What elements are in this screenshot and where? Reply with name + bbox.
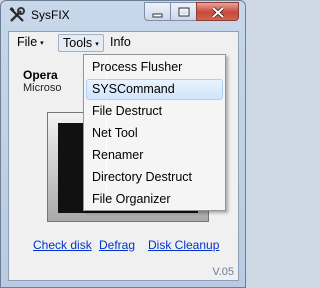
menu-info-label: Info <box>110 35 131 49</box>
menu-item-label: Directory Destruct <box>92 170 193 184</box>
menu-item-file-organizer[interactable]: File Organizer <box>86 189 223 210</box>
maximize-icon <box>178 7 190 17</box>
close-button[interactable] <box>196 2 239 21</box>
check-disk-link[interactable]: Check disk <box>33 238 92 252</box>
menu-bar: File ▾ Tools ▾ Info <box>9 32 238 54</box>
menu-item-label: Net Tool <box>92 126 138 140</box>
menu-file-label: File <box>17 35 38 49</box>
caption-buttons <box>144 2 239 21</box>
menu-info[interactable]: Info <box>106 34 135 52</box>
minimize-button[interactable] <box>144 2 170 21</box>
menu-item-renamer[interactable]: Renamer <box>86 145 223 166</box>
disk-cleanup-link[interactable]: Disk Cleanup <box>148 238 219 252</box>
window-title: SysFIX <box>31 8 70 22</box>
menu-item-label: SYSCommand <box>92 82 175 96</box>
minimize-icon <box>152 13 163 18</box>
os-label: Opera <box>23 68 58 82</box>
defrag-link[interactable]: Defrag <box>99 238 135 252</box>
chevron-down-icon: ▾ <box>95 40 99 48</box>
close-icon <box>211 6 225 19</box>
menu-item-process-flusher[interactable]: Process Flusher <box>86 57 223 78</box>
menu-item-file-destruct[interactable]: File Destruct <box>86 101 223 122</box>
menu-tools-label: Tools <box>63 36 93 50</box>
chevron-down-icon: ▾ <box>40 39 44 47</box>
menu-item-syscommand[interactable]: SYSCommand <box>86 79 223 100</box>
menu-item-net-tool[interactable]: Net Tool <box>86 123 223 144</box>
title-bar[interactable]: SysFIX <box>1 1 245 31</box>
menu-item-label: File Destruct <box>92 104 163 118</box>
menu-tools[interactable]: Tools ▾ <box>58 34 104 52</box>
os-value: Microso <box>23 82 62 94</box>
menu-item-label: Renamer <box>92 148 144 162</box>
app-window: SysFIX File ▾ Tools ▾ Info Opera Microso… <box>0 0 246 288</box>
menu-item-label: Process Flusher <box>92 60 183 74</box>
menu-item-directory-destruct[interactable]: Directory Destruct <box>86 167 223 188</box>
maximize-button[interactable] <box>170 2 196 21</box>
menu-item-label: File Organizer <box>92 192 171 206</box>
wrench-screwdriver-icon <box>9 7 25 23</box>
tools-dropdown-menu: Process Flusher SYSCommand File Destruct… <box>83 54 226 211</box>
menu-file[interactable]: File ▾ <box>13 34 48 52</box>
version-label: V.05 <box>212 266 234 278</box>
